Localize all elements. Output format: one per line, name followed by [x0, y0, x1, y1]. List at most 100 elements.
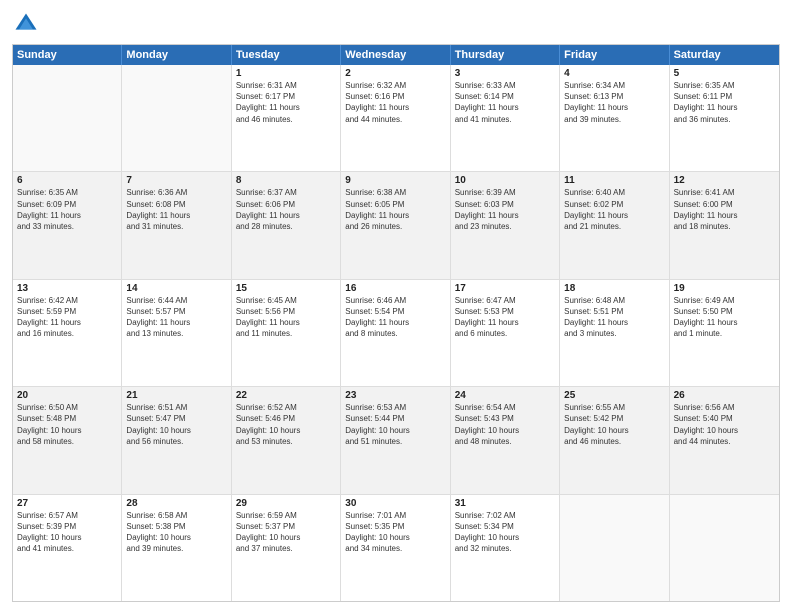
cell-line: and 44 minutes. — [345, 114, 445, 125]
cell-line: Sunrise: 6:35 AM — [674, 80, 775, 91]
logo-icon — [12, 10, 40, 38]
cal-cell: 30Sunrise: 7:01 AMSunset: 5:35 PMDayligh… — [341, 495, 450, 601]
cal-cell: 31Sunrise: 7:02 AMSunset: 5:34 PMDayligh… — [451, 495, 560, 601]
day-number: 28 — [126, 498, 226, 509]
cell-line: Daylight: 11 hours — [236, 102, 336, 113]
cell-line: Daylight: 11 hours — [345, 317, 445, 328]
cell-line: and 31 minutes. — [126, 221, 226, 232]
cell-line: Sunrise: 6:55 AM — [564, 402, 664, 413]
cell-line: Sunrise: 6:51 AM — [126, 402, 226, 413]
cal-cell: 24Sunrise: 6:54 AMSunset: 5:43 PMDayligh… — [451, 387, 560, 493]
cell-line: Daylight: 11 hours — [126, 317, 226, 328]
cal-cell: 16Sunrise: 6:46 AMSunset: 5:54 PMDayligh… — [341, 280, 450, 386]
cell-line: Daylight: 11 hours — [17, 210, 117, 221]
cell-line: Daylight: 11 hours — [564, 317, 664, 328]
day-number: 8 — [236, 175, 336, 186]
cell-line: Sunset: 6:03 PM — [455, 199, 555, 210]
cell-line: Sunrise: 6:49 AM — [674, 295, 775, 306]
day-number: 23 — [345, 390, 445, 401]
cell-line: Daylight: 10 hours — [674, 425, 775, 436]
day-number: 29 — [236, 498, 336, 509]
cell-line: Daylight: 11 hours — [674, 317, 775, 328]
cal-cell: 19Sunrise: 6:49 AMSunset: 5:50 PMDayligh… — [670, 280, 779, 386]
cell-line: Sunrise: 6:41 AM — [674, 187, 775, 198]
cell-line: Sunrise: 6:34 AM — [564, 80, 664, 91]
cell-line: Sunset: 5:54 PM — [345, 306, 445, 317]
cell-line: Sunset: 5:56 PM — [236, 306, 336, 317]
cell-line: Sunrise: 6:45 AM — [236, 295, 336, 306]
cell-line: Sunrise: 6:52 AM — [236, 402, 336, 413]
cell-line: Sunrise: 6:44 AM — [126, 295, 226, 306]
cell-line: Sunset: 6:17 PM — [236, 91, 336, 102]
day-number: 21 — [126, 390, 226, 401]
cal-cell: 26Sunrise: 6:56 AMSunset: 5:40 PMDayligh… — [670, 387, 779, 493]
cal-cell: 14Sunrise: 6:44 AMSunset: 5:57 PMDayligh… — [122, 280, 231, 386]
cell-line: and 41 minutes. — [17, 543, 117, 554]
cal-cell: 1Sunrise: 6:31 AMSunset: 6:17 PMDaylight… — [232, 65, 341, 171]
cal-cell: 22Sunrise: 6:52 AMSunset: 5:46 PMDayligh… — [232, 387, 341, 493]
day-number: 19 — [674, 283, 775, 294]
cell-line: Sunrise: 6:47 AM — [455, 295, 555, 306]
calendar-header: SundayMondayTuesdayWednesdayThursdayFrid… — [13, 45, 779, 65]
cell-line: and 51 minutes. — [345, 436, 445, 447]
cell-line: Sunrise: 6:56 AM — [674, 402, 775, 413]
day-number: 31 — [455, 498, 555, 509]
cell-line: and 58 minutes. — [17, 436, 117, 447]
cal-cell: 15Sunrise: 6:45 AMSunset: 5:56 PMDayligh… — [232, 280, 341, 386]
cell-line: Sunset: 6:16 PM — [345, 91, 445, 102]
day-number: 15 — [236, 283, 336, 294]
cell-line: and 41 minutes. — [455, 114, 555, 125]
cal-cell — [670, 495, 779, 601]
cell-line: Daylight: 11 hours — [236, 210, 336, 221]
cal-cell: 29Sunrise: 6:59 AMSunset: 5:37 PMDayligh… — [232, 495, 341, 601]
cell-line: and 34 minutes. — [345, 543, 445, 554]
cal-cell: 2Sunrise: 6:32 AMSunset: 6:16 PMDaylight… — [341, 65, 450, 171]
day-number: 13 — [17, 283, 117, 294]
cell-line: and 21 minutes. — [564, 221, 664, 232]
cell-line: Sunset: 5:47 PM — [126, 413, 226, 424]
cell-line: Sunset: 6:06 PM — [236, 199, 336, 210]
cell-line: Sunset: 5:51 PM — [564, 306, 664, 317]
day-number: 27 — [17, 498, 117, 509]
cell-line: and 13 minutes. — [126, 328, 226, 339]
cal-cell: 28Sunrise: 6:58 AMSunset: 5:38 PMDayligh… — [122, 495, 231, 601]
cell-line: and 39 minutes. — [126, 543, 226, 554]
cal-cell: 13Sunrise: 6:42 AMSunset: 5:59 PMDayligh… — [13, 280, 122, 386]
day-number: 24 — [455, 390, 555, 401]
header — [12, 10, 780, 38]
header-day-monday: Monday — [122, 45, 231, 65]
cell-line: and 48 minutes. — [455, 436, 555, 447]
cal-cell: 21Sunrise: 6:51 AMSunset: 5:47 PMDayligh… — [122, 387, 231, 493]
cell-line: and 1 minute. — [674, 328, 775, 339]
cell-line: Sunset: 5:37 PM — [236, 521, 336, 532]
cell-line: Daylight: 11 hours — [564, 210, 664, 221]
cell-line: Daylight: 10 hours — [345, 425, 445, 436]
cell-line: Daylight: 10 hours — [126, 425, 226, 436]
logo — [12, 10, 44, 38]
cell-line: and 6 minutes. — [455, 328, 555, 339]
day-number: 11 — [564, 175, 664, 186]
day-number: 30 — [345, 498, 445, 509]
cell-line: Sunset: 5:40 PM — [674, 413, 775, 424]
cell-line: Daylight: 10 hours — [236, 425, 336, 436]
cell-line: and 53 minutes. — [236, 436, 336, 447]
cell-line: Sunset: 5:57 PM — [126, 306, 226, 317]
cell-line: Sunset: 5:34 PM — [455, 521, 555, 532]
day-number: 20 — [17, 390, 117, 401]
day-number: 17 — [455, 283, 555, 294]
cell-line: Sunrise: 6:32 AM — [345, 80, 445, 91]
cal-cell: 4Sunrise: 6:34 AMSunset: 6:13 PMDaylight… — [560, 65, 669, 171]
cell-line: Sunset: 5:38 PM — [126, 521, 226, 532]
cal-cell: 7Sunrise: 6:36 AMSunset: 6:08 PMDaylight… — [122, 172, 231, 278]
cell-line: Sunset: 5:35 PM — [345, 521, 445, 532]
cal-cell: 11Sunrise: 6:40 AMSunset: 6:02 PMDayligh… — [560, 172, 669, 278]
header-day-wednesday: Wednesday — [341, 45, 450, 65]
cell-line: and 32 minutes. — [455, 543, 555, 554]
calendar: SundayMondayTuesdayWednesdayThursdayFrid… — [12, 44, 780, 602]
cell-line: Sunset: 6:09 PM — [17, 199, 117, 210]
cal-cell: 25Sunrise: 6:55 AMSunset: 5:42 PMDayligh… — [560, 387, 669, 493]
cell-line: Daylight: 11 hours — [345, 210, 445, 221]
cell-line: Sunrise: 6:58 AM — [126, 510, 226, 521]
cell-line: Sunrise: 6:57 AM — [17, 510, 117, 521]
day-number: 12 — [674, 175, 775, 186]
